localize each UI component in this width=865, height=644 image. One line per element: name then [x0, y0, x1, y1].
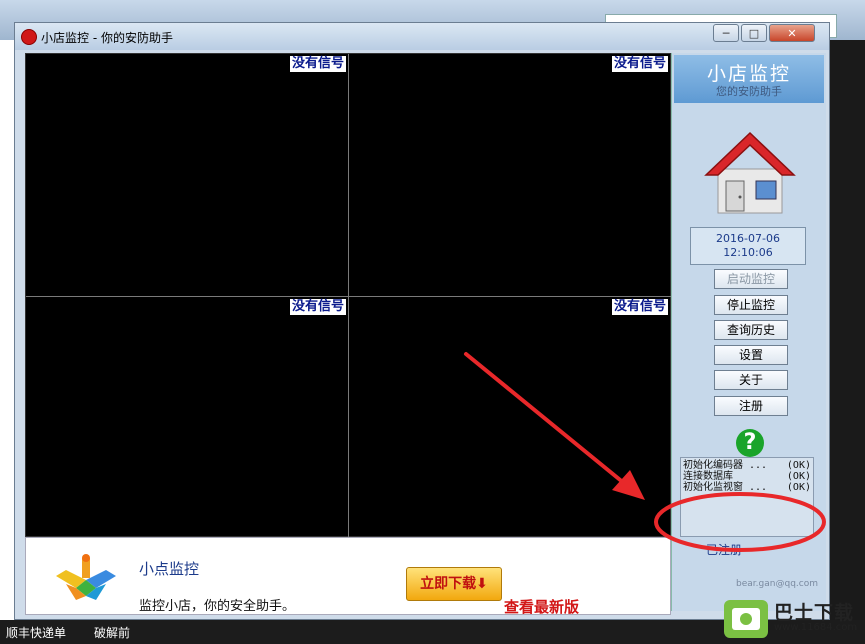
log-text: 初始化监视窗 ...: [683, 482, 768, 493]
log-row: 初始化编码器 ... (OK): [683, 460, 811, 471]
log-text: 初始化编码器 ...: [683, 460, 768, 471]
brand-subtitle: 您的安防助手: [716, 85, 782, 98]
log-status: (OK): [786, 482, 811, 493]
control-panel: 小店监控 您的安防助手 2016-07-06 12:10:06 启动监控 停止监…: [671, 53, 826, 611]
log-status: (OK): [786, 460, 811, 471]
minimize-button[interactable]: ─: [713, 24, 739, 42]
taskbar-item[interactable]: 顺丰快递单: [6, 624, 66, 641]
video-channel-2[interactable]: 没有信号: [349, 54, 670, 296]
support-info: bear.gan@qq.com: [682, 579, 818, 590]
help-icon[interactable]: ?: [736, 429, 764, 457]
app-window: 小店监控 - 你的安防助手 ─ □ ✕ 没有信号 没有信号 没有信号 没有信号 …: [14, 22, 830, 620]
watermark-text: 巴士下载: [774, 602, 855, 624]
registered-status: 已注册: [706, 543, 743, 557]
settings-button[interactable]: 设置: [714, 345, 788, 365]
no-signal-label: 没有信号: [289, 299, 346, 315]
datetime-display: 2016-07-06 12:10:06: [690, 227, 806, 265]
window-title: 小店监控 - 你的安防助手: [41, 31, 173, 45]
log-row: 初始化监视窗 ... (OK): [683, 482, 811, 493]
close-button[interactable]: ✕: [769, 24, 815, 42]
log-text: 连接数据库: [683, 471, 733, 482]
grid-divider: [26, 296, 672, 297]
ad-title: 小点监控: [139, 560, 200, 578]
date-text: 2016-07-06: [716, 232, 780, 245]
watermark-logo-icon: [724, 600, 768, 638]
status-log: 初始化编码器 ... (OK) 连接数据库 (OK) 初始化监视窗 ... (O…: [680, 457, 814, 537]
time-text: 12:10:06: [723, 246, 773, 259]
house-icon: [704, 131, 796, 214]
ad-subtitle: 监控小店，你的安全助手。: [139, 599, 296, 614]
taskbar-item[interactable]: 破解前: [94, 624, 130, 641]
brand-title: 小店监控: [706, 63, 791, 85]
brand-banner: 小店监控 您的安防助手: [674, 55, 824, 103]
maximize-button[interactable]: □: [741, 24, 767, 42]
support-email: bear.gan@qq.com: [736, 579, 818, 589]
background-explorer-pane: [0, 40, 15, 620]
video-channel-1[interactable]: 没有信号: [26, 54, 348, 296]
title-bar: 小店监控 - 你的安防助手 ─ □ ✕: [15, 23, 829, 50]
start-monitor-button[interactable]: 启动监控: [714, 269, 788, 289]
query-history-button[interactable]: 查询历史: [714, 320, 788, 340]
app-logo-icon: [21, 29, 37, 45]
video-channel-4[interactable]: 没有信号: [349, 297, 670, 536]
video-grid: 没有信号 没有信号 没有信号 没有信号: [25, 53, 672, 538]
about-button[interactable]: 关于: [714, 370, 788, 390]
ad-banner[interactable]: 小点监控 监控小店，你的安全助手。 立即下载⬇ 查看最新版: [25, 537, 671, 617]
no-signal-label: 没有信号: [611, 299, 668, 315]
cubes-logo-icon: [56, 554, 116, 600]
no-signal-label: 没有信号: [289, 56, 346, 72]
download-now-button[interactable]: 立即下载⬇: [406, 567, 502, 601]
watermark-url: www.11684.com: [774, 622, 858, 633]
register-button[interactable]: 注册: [714, 396, 788, 416]
stop-monitor-button[interactable]: 停止监控: [714, 295, 788, 315]
no-signal-label: 没有信号: [611, 56, 668, 72]
log-status: (OK): [786, 471, 811, 482]
log-row: 连接数据库 (OK): [683, 471, 811, 482]
video-channel-3[interactable]: 没有信号: [26, 297, 348, 536]
latest-version-link[interactable]: 查看最新版: [504, 596, 579, 617]
